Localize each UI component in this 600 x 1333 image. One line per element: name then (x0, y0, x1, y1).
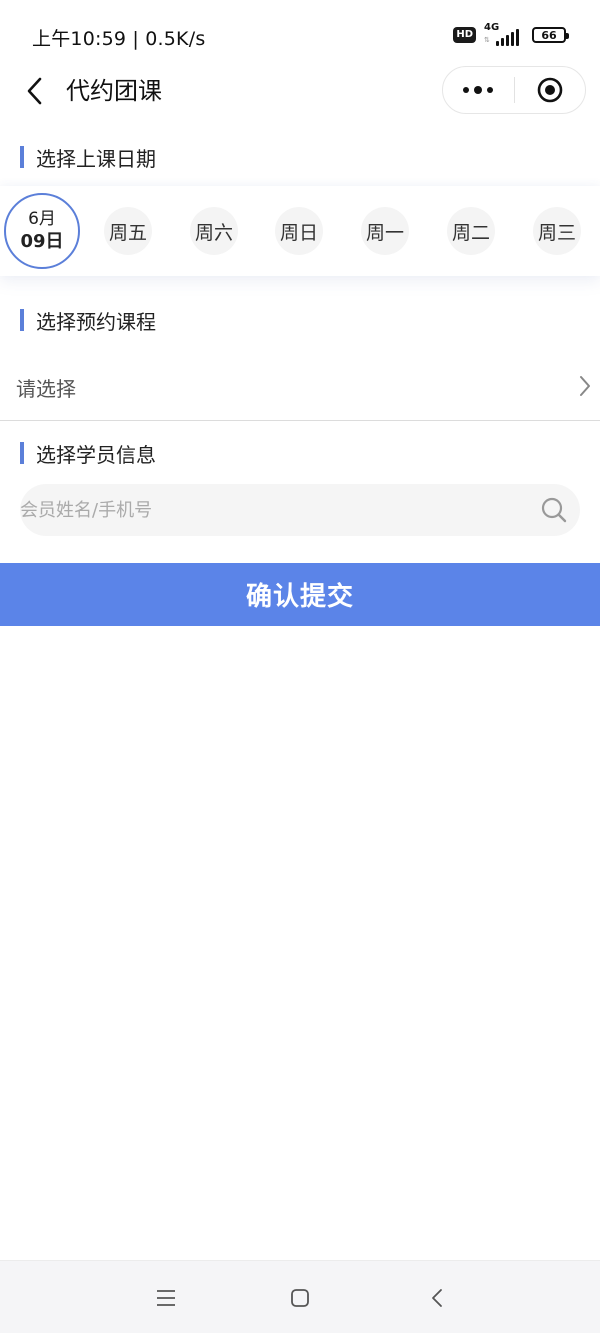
target-circle-icon (537, 77, 563, 103)
chevron-right-icon (580, 376, 590, 396)
date-section-title: 选择上课日期 (20, 144, 156, 171)
course-section-label: 选择预约课程 (36, 309, 156, 334)
status-icons: HD 4G ⇅ 66 (453, 22, 569, 48)
student-section-label: 选择学员信息 (36, 442, 156, 467)
close-mini-program-button[interactable] (515, 66, 586, 114)
submit-button[interactable]: 确认提交 (0, 563, 600, 626)
course-section-title: 选择预约课程 (20, 307, 156, 334)
battery-icon: 66 (532, 27, 569, 43)
signal-bars-icon (496, 29, 519, 46)
signal-icon: 4G ⇅ (484, 22, 524, 46)
member-search-box (20, 484, 580, 536)
nav-bar: 代约团课 (0, 66, 600, 116)
menu-button[interactable] (151, 1283, 181, 1313)
chevron-left-icon (27, 77, 42, 105)
section-accent-bar (20, 442, 24, 464)
date-item-selected[interactable]: 6月 09日 (4, 193, 80, 269)
section-accent-bar (20, 146, 24, 168)
more-button[interactable] (443, 66, 514, 114)
selected-day: 09日 (20, 231, 64, 252)
status-bar: 上午10:59 | 0.5K/s HD 4G ⇅ 66 (0, 0, 600, 70)
back-button[interactable] (18, 74, 52, 108)
data-arrows-icon: ⇅ (484, 36, 490, 44)
date-item-fri[interactable]: 周五 (104, 207, 152, 255)
student-section-title: 选择学员信息 (20, 440, 156, 467)
date-item-wed[interactable]: 周三 (533, 207, 581, 255)
mini-program-capsule (442, 66, 586, 114)
date-item-tue[interactable]: 周二 (447, 207, 495, 255)
home-button[interactable] (285, 1283, 315, 1313)
course-select[interactable]: 请选择 (0, 355, 600, 421)
more-dots-icon (463, 86, 494, 94)
date-strip: 6月 09日 周五 周六 周日 周一 周二 周三 (0, 186, 600, 276)
date-item-sat[interactable]: 周六 (190, 207, 238, 255)
hd-badge: HD (453, 27, 476, 43)
back-arrow-icon (432, 1289, 442, 1307)
battery-level: 66 (541, 28, 557, 42)
search-icon[interactable] (540, 496, 568, 524)
page: 上午10:59 | 0.5K/s HD 4G ⇅ 66 代约团课 选择上课日期 … (0, 0, 600, 1333)
member-search-input[interactable] (20, 484, 520, 536)
page-title: 代约团课 (66, 77, 162, 105)
date-item-sun[interactable]: 周日 (275, 207, 323, 255)
system-back-button[interactable] (422, 1283, 452, 1313)
selected-month: 6月 (28, 209, 56, 229)
system-nav-bar (0, 1260, 600, 1333)
date-section-label: 选择上课日期 (36, 146, 156, 171)
date-item-mon[interactable]: 周一 (361, 207, 409, 255)
course-select-placeholder: 请选择 (16, 377, 76, 401)
status-time-speed: 上午10:59 | 0.5K/s (32, 28, 206, 50)
home-square-icon (291, 1289, 309, 1307)
section-accent-bar (20, 309, 24, 331)
menu-icon (157, 1290, 175, 1306)
